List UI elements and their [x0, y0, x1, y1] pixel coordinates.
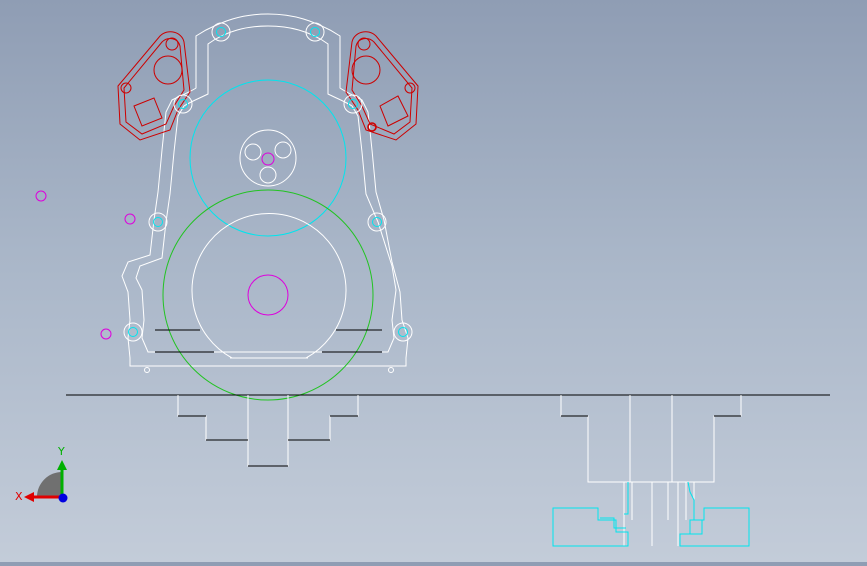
crank-center-circle[interactable] [247, 274, 289, 316]
y-axis-label: Y [57, 445, 65, 458]
triad-origin-disc [37, 472, 62, 497]
pan-rail-lines[interactable] [155, 329, 382, 353]
x-axis-label: X [15, 490, 23, 503]
cam-gear-pitch-circle[interactable] [189, 79, 347, 237]
left-valve-cover-flange[interactable] [117, 31, 191, 141]
drawing-canvas[interactable]: Y X [0, 0, 867, 562]
cam-hub[interactable] [239, 129, 297, 187]
right-valve-cover-flange[interactable] [345, 31, 419, 141]
construction-points[interactable] [35, 190, 136, 340]
axis-triad[interactable]: Y X [15, 445, 68, 503]
section-detail-cyan[interactable] [552, 481, 750, 547]
right-section-view[interactable] [552, 395, 750, 547]
bolt-bosses[interactable] [123, 22, 413, 342]
z-axis-dot [58, 493, 68, 503]
left-stepped-profile[interactable] [177, 395, 359, 467]
cam-center-point[interactable] [261, 152, 275, 166]
cad-graphics-area[interactable]: Y X [0, 0, 867, 562]
crank-bore-arc[interactable] [191, 212, 347, 359]
crank-gear-pitch-circle[interactable] [162, 189, 374, 401]
